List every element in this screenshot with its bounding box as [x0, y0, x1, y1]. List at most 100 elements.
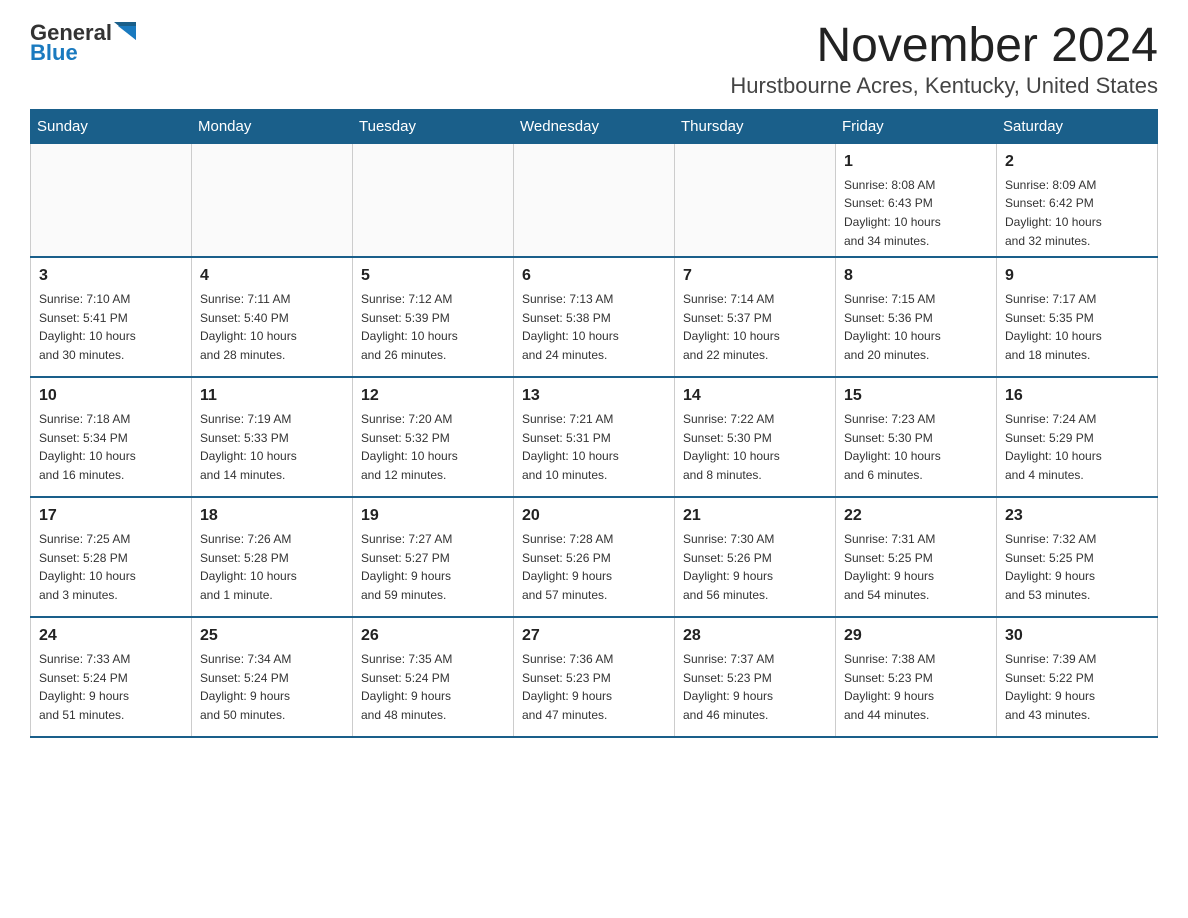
calendar-day: 20Sunrise: 7:28 AM Sunset: 5:26 PM Dayli…: [514, 497, 675, 617]
day-info: Sunrise: 7:27 AM Sunset: 5:27 PM Dayligh…: [361, 530, 505, 604]
calendar-day: 9Sunrise: 7:17 AM Sunset: 5:35 PM Daylig…: [997, 257, 1158, 377]
calendar-title: November 2024: [730, 20, 1158, 73]
weekday-header-wednesday: Wednesday: [514, 109, 675, 143]
calendar-day: 29Sunrise: 7:38 AM Sunset: 5:23 PM Dayli…: [836, 617, 997, 737]
calendar-table: SundayMondayTuesdayWednesdayThursdayFrid…: [30, 109, 1158, 738]
day-number: 22: [844, 504, 988, 528]
weekday-header-saturday: Saturday: [997, 109, 1158, 143]
day-number: 6: [522, 264, 666, 288]
day-number: 13: [522, 384, 666, 408]
day-number: 21: [683, 504, 827, 528]
day-number: 16: [1005, 384, 1149, 408]
calendar-day: 4Sunrise: 7:11 AM Sunset: 5:40 PM Daylig…: [192, 257, 353, 377]
title-section: November 2024 Hurstbourne Acres, Kentuck…: [730, 20, 1158, 99]
day-info: Sunrise: 7:14 AM Sunset: 5:37 PM Dayligh…: [683, 290, 827, 364]
day-number: 25: [200, 624, 344, 648]
calendar-day: [675, 143, 836, 257]
calendar-day: 6Sunrise: 7:13 AM Sunset: 5:38 PM Daylig…: [514, 257, 675, 377]
calendar-week-2: 3Sunrise: 7:10 AM Sunset: 5:41 PM Daylig…: [31, 257, 1158, 377]
day-number: 30: [1005, 624, 1149, 648]
calendar-day: 14Sunrise: 7:22 AM Sunset: 5:30 PM Dayli…: [675, 377, 836, 497]
calendar-day: 27Sunrise: 7:36 AM Sunset: 5:23 PM Dayli…: [514, 617, 675, 737]
day-info: Sunrise: 7:26 AM Sunset: 5:28 PM Dayligh…: [200, 530, 344, 604]
day-number: 12: [361, 384, 505, 408]
day-number: 29: [844, 624, 988, 648]
weekday-header-sunday: Sunday: [31, 109, 192, 143]
calendar-day: 3Sunrise: 7:10 AM Sunset: 5:41 PM Daylig…: [31, 257, 192, 377]
day-info: Sunrise: 7:12 AM Sunset: 5:39 PM Dayligh…: [361, 290, 505, 364]
day-info: Sunrise: 7:23 AM Sunset: 5:30 PM Dayligh…: [844, 410, 988, 484]
calendar-day: 11Sunrise: 7:19 AM Sunset: 5:33 PM Dayli…: [192, 377, 353, 497]
day-number: 27: [522, 624, 666, 648]
day-number: 11: [200, 384, 344, 408]
weekday-header-tuesday: Tuesday: [353, 109, 514, 143]
day-number: 3: [39, 264, 183, 288]
day-number: 17: [39, 504, 183, 528]
day-info: Sunrise: 7:35 AM Sunset: 5:24 PM Dayligh…: [361, 650, 505, 724]
day-info: Sunrise: 7:25 AM Sunset: 5:28 PM Dayligh…: [39, 530, 183, 604]
calendar-day: 17Sunrise: 7:25 AM Sunset: 5:28 PM Dayli…: [31, 497, 192, 617]
weekday-header-monday: Monday: [192, 109, 353, 143]
calendar-day: [31, 143, 192, 257]
day-number: 10: [39, 384, 183, 408]
day-number: 28: [683, 624, 827, 648]
calendar-day: 10Sunrise: 7:18 AM Sunset: 5:34 PM Dayli…: [31, 377, 192, 497]
calendar-day: 26Sunrise: 7:35 AM Sunset: 5:24 PM Dayli…: [353, 617, 514, 737]
weekday-header-row: SundayMondayTuesdayWednesdayThursdayFrid…: [31, 109, 1158, 143]
calendar-day: 15Sunrise: 7:23 AM Sunset: 5:30 PM Dayli…: [836, 377, 997, 497]
calendar-week-4: 17Sunrise: 7:25 AM Sunset: 5:28 PM Dayli…: [31, 497, 1158, 617]
calendar-day: 24Sunrise: 7:33 AM Sunset: 5:24 PM Dayli…: [31, 617, 192, 737]
calendar-day: 25Sunrise: 7:34 AM Sunset: 5:24 PM Dayli…: [192, 617, 353, 737]
logo: General Blue: [30, 20, 140, 66]
day-number: 24: [39, 624, 183, 648]
calendar-day: 2Sunrise: 8:09 AM Sunset: 6:42 PM Daylig…: [997, 143, 1158, 257]
day-info: Sunrise: 7:18 AM Sunset: 5:34 PM Dayligh…: [39, 410, 183, 484]
calendar-day: 23Sunrise: 7:32 AM Sunset: 5:25 PM Dayli…: [997, 497, 1158, 617]
calendar-day: 30Sunrise: 7:39 AM Sunset: 5:22 PM Dayli…: [997, 617, 1158, 737]
logo-blue-text: Blue: [30, 40, 78, 66]
day-number: 7: [683, 264, 827, 288]
calendar-day: [353, 143, 514, 257]
calendar-day: 22Sunrise: 7:31 AM Sunset: 5:25 PM Dayli…: [836, 497, 997, 617]
day-info: Sunrise: 7:38 AM Sunset: 5:23 PM Dayligh…: [844, 650, 988, 724]
logo-arrow-icon: [114, 22, 136, 44]
day-info: Sunrise: 7:39 AM Sunset: 5:22 PM Dayligh…: [1005, 650, 1149, 724]
calendar-day: 1Sunrise: 8:08 AM Sunset: 6:43 PM Daylig…: [836, 143, 997, 257]
day-number: 1: [844, 150, 988, 174]
day-info: Sunrise: 7:22 AM Sunset: 5:30 PM Dayligh…: [683, 410, 827, 484]
calendar-week-1: 1Sunrise: 8:08 AM Sunset: 6:43 PM Daylig…: [31, 143, 1158, 257]
day-info: Sunrise: 7:24 AM Sunset: 5:29 PM Dayligh…: [1005, 410, 1149, 484]
day-number: 4: [200, 264, 344, 288]
day-number: 26: [361, 624, 505, 648]
day-info: Sunrise: 8:09 AM Sunset: 6:42 PM Dayligh…: [1005, 176, 1149, 250]
calendar-day: 13Sunrise: 7:21 AM Sunset: 5:31 PM Dayli…: [514, 377, 675, 497]
day-info: Sunrise: 7:33 AM Sunset: 5:24 PM Dayligh…: [39, 650, 183, 724]
calendar-day: 12Sunrise: 7:20 AM Sunset: 5:32 PM Dayli…: [353, 377, 514, 497]
day-number: 23: [1005, 504, 1149, 528]
day-info: Sunrise: 7:34 AM Sunset: 5:24 PM Dayligh…: [200, 650, 344, 724]
calendar-day: 28Sunrise: 7:37 AM Sunset: 5:23 PM Dayli…: [675, 617, 836, 737]
calendar-body: 1Sunrise: 8:08 AM Sunset: 6:43 PM Daylig…: [31, 143, 1158, 737]
calendar-day: 5Sunrise: 7:12 AM Sunset: 5:39 PM Daylig…: [353, 257, 514, 377]
day-info: Sunrise: 7:15 AM Sunset: 5:36 PM Dayligh…: [844, 290, 988, 364]
calendar-day: 7Sunrise: 7:14 AM Sunset: 5:37 PM Daylig…: [675, 257, 836, 377]
day-number: 5: [361, 264, 505, 288]
day-info: Sunrise: 7:36 AM Sunset: 5:23 PM Dayligh…: [522, 650, 666, 724]
page-header: General Blue November 2024 Hurstbourne A…: [30, 20, 1158, 99]
day-info: Sunrise: 7:32 AM Sunset: 5:25 PM Dayligh…: [1005, 530, 1149, 604]
day-number: 18: [200, 504, 344, 528]
calendar-day: 8Sunrise: 7:15 AM Sunset: 5:36 PM Daylig…: [836, 257, 997, 377]
day-info: Sunrise: 7:11 AM Sunset: 5:40 PM Dayligh…: [200, 290, 344, 364]
calendar-day: 16Sunrise: 7:24 AM Sunset: 5:29 PM Dayli…: [997, 377, 1158, 497]
day-number: 14: [683, 384, 827, 408]
day-number: 8: [844, 264, 988, 288]
day-number: 20: [522, 504, 666, 528]
day-number: 9: [1005, 264, 1149, 288]
weekday-header-thursday: Thursday: [675, 109, 836, 143]
weekday-header-friday: Friday: [836, 109, 997, 143]
day-info: Sunrise: 7:19 AM Sunset: 5:33 PM Dayligh…: [200, 410, 344, 484]
day-info: Sunrise: 7:21 AM Sunset: 5:31 PM Dayligh…: [522, 410, 666, 484]
day-info: Sunrise: 7:30 AM Sunset: 5:26 PM Dayligh…: [683, 530, 827, 604]
day-info: Sunrise: 7:37 AM Sunset: 5:23 PM Dayligh…: [683, 650, 827, 724]
calendar-day: [192, 143, 353, 257]
